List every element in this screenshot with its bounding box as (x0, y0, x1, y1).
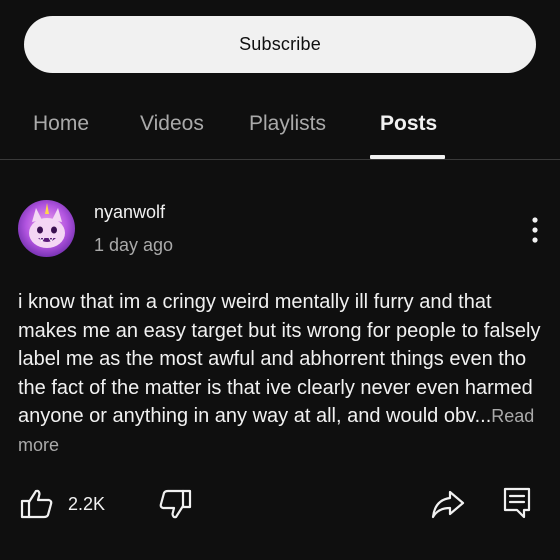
post-body: i know that im a cringy weird mentally i… (18, 288, 546, 460)
more-vertical-icon[interactable] (520, 210, 550, 250)
tab-posts[interactable]: Posts (380, 100, 437, 160)
share-icon[interactable] (430, 488, 466, 520)
channel-posts-page: Subscribe Home Videos Playlists Posts ny… (0, 0, 560, 560)
thumbs-down-icon[interactable] (158, 488, 192, 520)
subscribe-button[interactable]: Subscribe (24, 16, 536, 73)
avatar-icon[interactable] (18, 200, 75, 257)
thumbs-up-icon[interactable] (20, 488, 54, 520)
channel-tabs: Home Videos Playlists Posts (0, 100, 560, 160)
tab-videos[interactable]: Videos (140, 100, 204, 160)
tab-playlists[interactable]: Playlists (249, 100, 326, 160)
active-tab-indicator (370, 155, 445, 159)
tab-home[interactable]: Home (33, 100, 89, 160)
post-timestamp: 1 day ago (94, 235, 174, 255)
comment-icon[interactable] (502, 486, 532, 520)
post-text: i know that im a cringy weird mentally i… (18, 291, 541, 428)
like-count: 2.2K (68, 494, 106, 514)
post-author[interactable]: nyanwolf (94, 202, 165, 223)
